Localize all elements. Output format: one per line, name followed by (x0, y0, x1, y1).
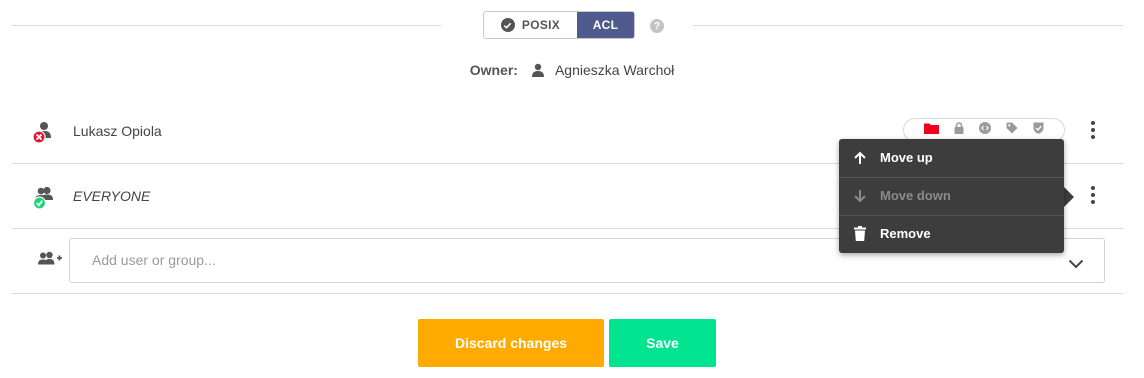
folder-icon (923, 121, 939, 139)
remove-menu-item[interactable]: Remove (839, 215, 1064, 252)
owner-label: Owner: (469, 62, 518, 78)
top-divider-left (11, 25, 441, 26)
tag-icon (1006, 121, 1018, 139)
shield-check-icon (1033, 121, 1044, 139)
owner-name: Agnieszka Warchoł (554, 62, 675, 78)
save-label: Save (646, 335, 679, 351)
arrow-up-icon (852, 151, 868, 165)
user-deny-icon (31, 121, 55, 150)
check-circle-icon (500, 18, 515, 32)
posix-mode-button[interactable]: POSIX (484, 12, 577, 38)
permissions-mode-toggle: POSIX ACL (483, 11, 635, 39)
acl-entry-name: Lukasz Opiola (73, 123, 162, 139)
move-down-label: Move down (880, 188, 951, 203)
lock-icon (954, 121, 964, 139)
add-group-icon (37, 251, 63, 274)
row-divider (11, 293, 1123, 294)
discard-changes-button[interactable]: Discard changes (418, 319, 604, 367)
help-icon[interactable]: ? (650, 19, 664, 33)
group-allow-icon (31, 185, 57, 216)
acl-entry-name: EVERYONE (73, 188, 151, 204)
code-icon (978, 121, 991, 139)
move-up-label: Move up (880, 150, 933, 165)
save-button[interactable]: Save (609, 319, 716, 367)
discard-changes-label: Discard changes (454, 335, 568, 351)
entry-menu-button[interactable] (1091, 121, 1095, 139)
entry-menu-button[interactable] (1091, 186, 1095, 204)
remove-label: Remove (880, 226, 931, 241)
move-up-menu-item[interactable]: Move up (839, 139, 1064, 176)
acl-mode-button[interactable]: ACL (577, 12, 634, 38)
add-user-placeholder: Add user or group... (92, 252, 216, 268)
acl-mode-label: ACL (592, 18, 619, 32)
move-down-menu-item: Move down (839, 177, 1064, 214)
trash-icon (852, 226, 868, 241)
posix-mode-label: POSIX (521, 18, 561, 32)
arrow-down-icon (852, 189, 868, 203)
context-menu-arrow (1064, 187, 1074, 207)
user-icon (531, 63, 545, 80)
context-menu: Move up Move down Remove (839, 139, 1064, 253)
top-divider-right (693, 25, 1123, 26)
chevron-down-icon[interactable] (1068, 256, 1084, 274)
owner-info: Owner: Agnieszka Warchoł (0, 62, 1144, 80)
